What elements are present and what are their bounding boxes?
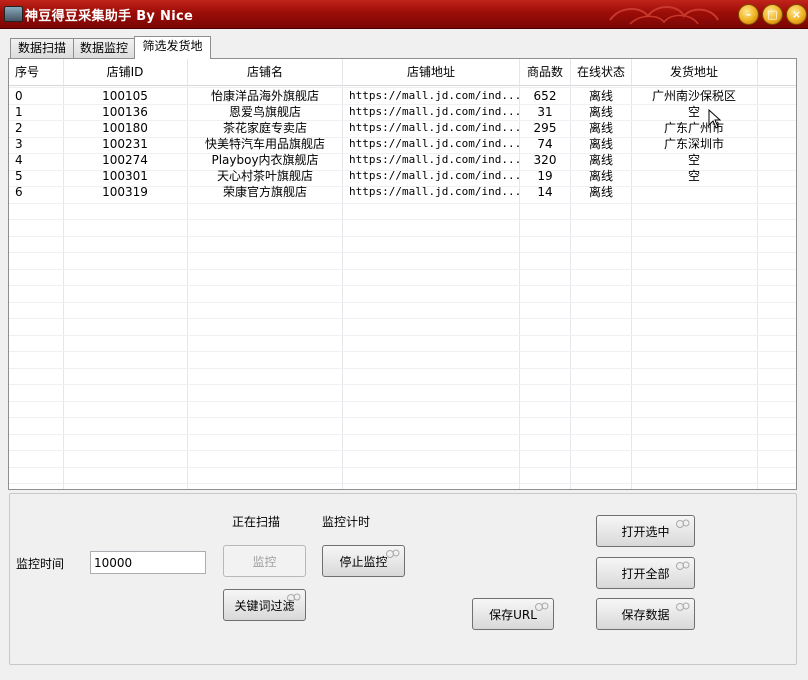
app-icon	[4, 6, 23, 22]
column-header-shop-url[interactable]: 店铺地址	[343, 59, 519, 85]
cloud-ornament-icon	[287, 593, 301, 602]
column-header-shipping-address[interactable]: 发货地址	[632, 59, 756, 85]
stop-monitor-button[interactable]: 停止监控	[322, 545, 405, 577]
cloud-ornament-icon	[676, 519, 690, 528]
monitor-time-input[interactable]: 10000	[90, 551, 206, 574]
monitor-timer-label: 监控计时	[322, 515, 371, 529]
monitor-button[interactable]: 监控	[223, 545, 306, 577]
table-row[interactable]: 1 100136 恩爱鸟旗舰店 https://mall.jd.com/ind.…	[9, 104, 796, 120]
column-header-shop-name[interactable]: 店铺名	[188, 59, 342, 85]
column-header-shop-id[interactable]: 店铺ID	[64, 59, 186, 85]
open-all-button[interactable]: 打开全部	[596, 557, 695, 589]
column-header-product-count[interactable]: 商品数	[520, 59, 570, 85]
window-title: 神豆得豆采集助手 By Nice	[25, 9, 194, 24]
minimize-icon[interactable]: –	[738, 4, 759, 25]
save-data-button[interactable]: 保存数据	[596, 598, 695, 630]
cloud-ornament-icon	[676, 561, 690, 570]
scan-status-label: 正在扫描	[232, 515, 281, 529]
column-header-index[interactable]: 序号	[15, 59, 55, 85]
cloud-ornament-icon	[609, 6, 719, 25]
table-row[interactable]: 5 100301 天心村茶叶旗舰店 https://mall.jd.com/in…	[9, 168, 796, 184]
tab-filter-shipping[interactable]: 筛选发货地	[134, 36, 211, 59]
cloud-ornament-icon	[535, 602, 549, 611]
close-icon[interactable]: ×	[786, 4, 807, 25]
tab-data-monitor[interactable]: 数据监控	[73, 38, 135, 58]
shop-table[interactable]: 序号 店铺ID 店铺名 店铺地址 商品数 在线状态 发货地址 0 100105 …	[8, 58, 797, 490]
monitor-time-label: 监控时间	[16, 557, 65, 571]
table-header: 序号 店铺ID 店铺名 店铺地址 商品数 在线状态 发货地址	[9, 59, 796, 86]
keyword-filter-button[interactable]: 关键词过滤	[223, 589, 306, 621]
cloud-ornament-icon	[676, 602, 690, 611]
cloud-ornament-icon	[386, 549, 400, 558]
mouse-pointer-icon	[708, 109, 722, 129]
save-url-button[interactable]: 保存URL	[472, 598, 554, 630]
maximize-icon[interactable]: □	[762, 4, 783, 25]
table-row[interactable]: 4 100274 Playboy内衣旗舰店 https://mall.jd.co…	[9, 152, 796, 168]
table-row[interactable]: 3 100231 快美特汽车用品旗舰店 https://mall.jd.com/…	[9, 136, 796, 152]
tab-data-scan[interactable]: 数据扫描	[10, 38, 74, 58]
table-row[interactable]: 0 100105 怡康洋品海外旗舰店 https://mall.jd.com/i…	[9, 88, 796, 104]
open-selected-button[interactable]: 打开选中	[596, 515, 695, 547]
table-row[interactable]: 6 100319 荣康官方旗舰店 https://mall.jd.com/ind…	[9, 184, 796, 200]
title-bar: 神豆得豆采集助手 By Nice – □ ×	[0, 0, 808, 29]
table-row[interactable]: 2 100180 茶花家庭专卖店 https://mall.jd.com/ind…	[9, 120, 796, 136]
column-header-online-status[interactable]: 在线状态	[571, 59, 631, 85]
